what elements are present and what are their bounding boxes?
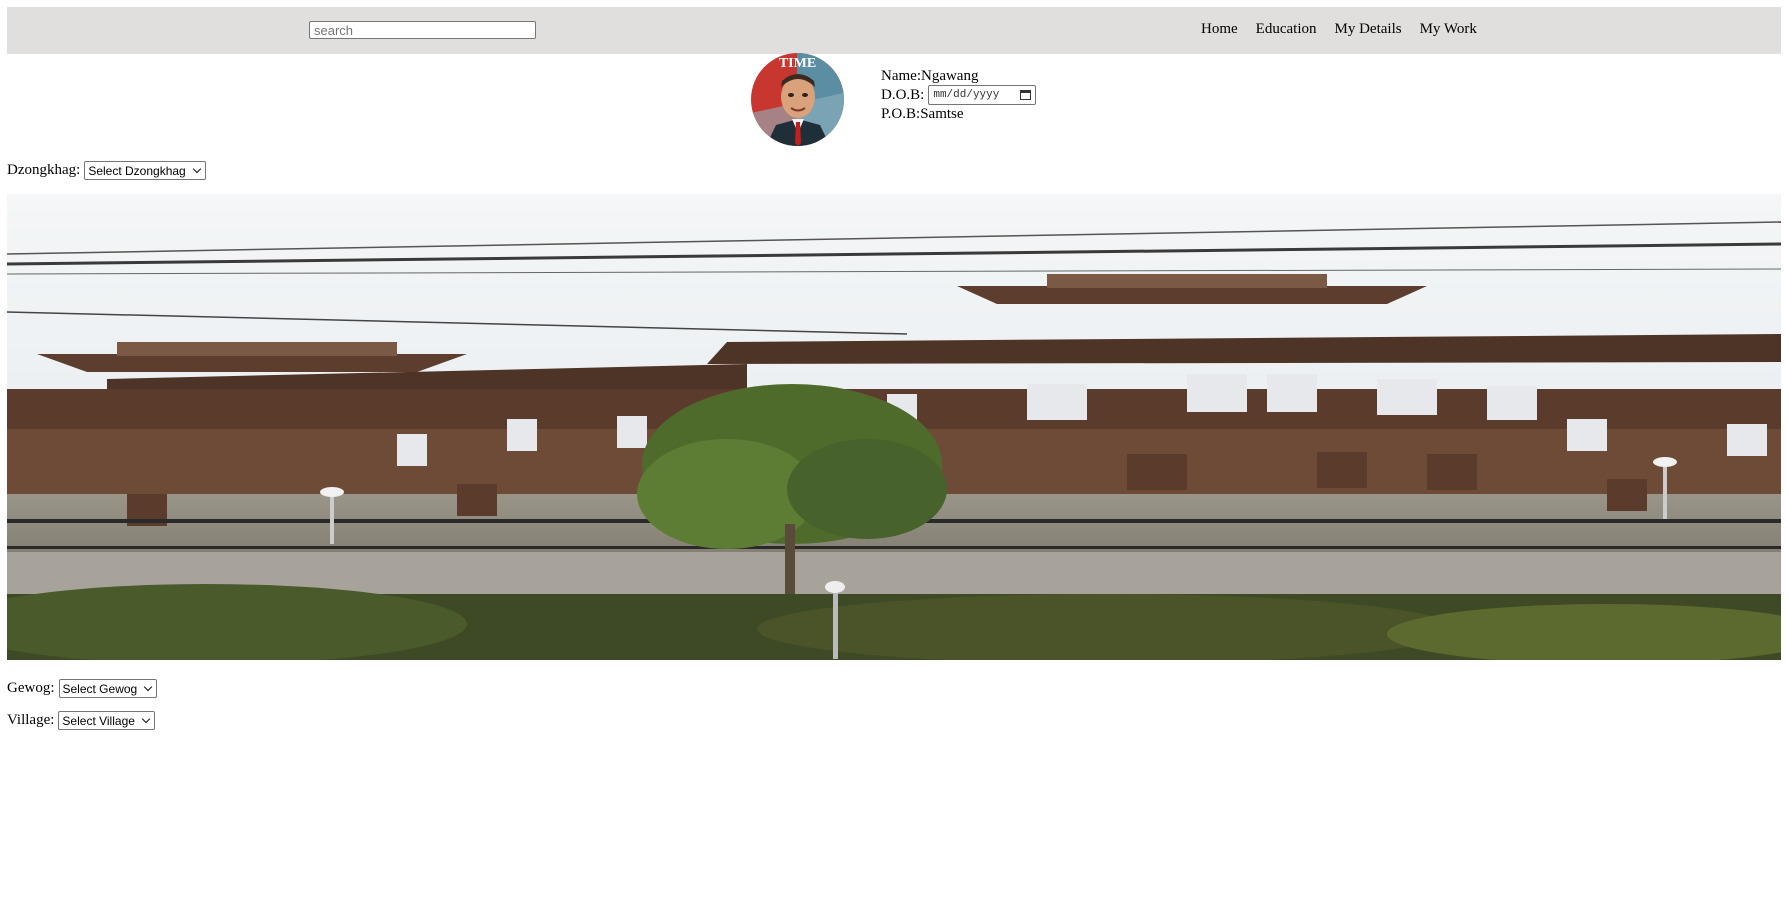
name-label: Name: <box>881 68 921 84</box>
nav-education-link[interactable]: Education <box>1256 21 1317 41</box>
dzongkhag-field: Dzongkhag: Select Dzongkhag <box>7 161 206 180</box>
nav-my-work-link[interactable]: My Work <box>1420 21 1477 41</box>
gewog-label: Gewog: <box>7 680 55 696</box>
chevron-down-icon <box>192 164 201 174</box>
village-select[interactable]: Select Village <box>58 711 155 730</box>
main-nav: Home Education My Details My Work <box>1201 21 1477 41</box>
pob-label: P.O.B: <box>881 106 921 122</box>
portrait-image: TIME <box>751 53 844 146</box>
dob-placeholder: mm/dd/yyyy <box>933 89 1000 101</box>
dzongkhag-label: Dzongkhag: <box>7 162 81 178</box>
village-selected-value: Select Village <box>62 713 135 728</box>
name-value: Ngawang <box>920 68 979 84</box>
dob-row: D.O.B: mm/dd/yyyy <box>881 85 1037 105</box>
personal-details: Name: Ngawang D.O.B: mm/dd/yyyy P.O.B: Sam… <box>881 67 1037 123</box>
calendar-icon[interactable] <box>1020 90 1032 100</box>
building-image <box>7 194 1781 660</box>
name-row: Name: Ngawang <box>881 67 1036 85</box>
chevron-down-icon <box>143 682 153 692</box>
gewog-selected-value: Select Gewog <box>62 681 138 696</box>
dzongkhag-select[interactable]: Select Dzongkhag <box>84 161 206 180</box>
pob-row: P.O.B: Samtse <box>881 105 1036 123</box>
top-navigation-bar: Home Education My Details My Work <box>7 7 1781 54</box>
dob-label: D.O.B: <box>881 87 925 103</box>
chevron-down-icon <box>141 714 151 724</box>
nav-my-details-link[interactable]: My Details <box>1335 21 1402 41</box>
dob-date-input[interactable]: mm/dd/yyyy <box>928 85 1037 105</box>
nav-home-link[interactable]: Home <box>1201 21 1238 41</box>
dzong-photo <box>7 194 1781 660</box>
village-field: Village: Select Village <box>7 711 155 730</box>
pob-value: Samtse <box>920 106 964 122</box>
profile-avatar: TIME <box>751 53 844 146</box>
dzongkhag-selected-value: Select Dzongkhag <box>88 163 186 178</box>
gewog-field: Gewog: Select Gewog <box>7 679 158 698</box>
avatar-caption: TIME <box>779 56 816 71</box>
search-input[interactable] <box>309 21 536 39</box>
gewog-select[interactable]: Select Gewog <box>58 679 158 698</box>
village-label: Village: <box>7 712 55 728</box>
